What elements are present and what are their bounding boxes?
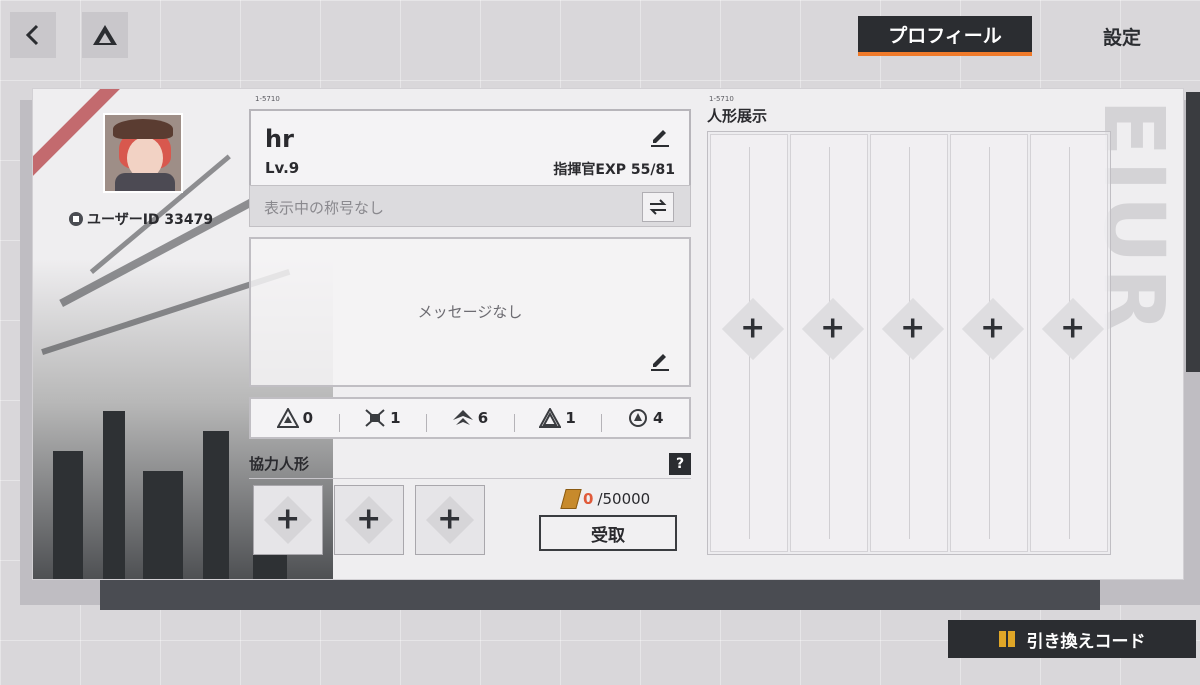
crossed-medal-icon [365, 409, 385, 427]
card-shadow-dark [100, 580, 1100, 610]
doll-showcase-label: 人形展示 [707, 107, 768, 125]
medal-item[interactable]: 1 [338, 408, 427, 432]
name-panel: hr Lv.9 指揮官EXP 55/81 [249, 109, 691, 187]
coop-reward: 0/50000 [560, 489, 651, 509]
edit-name-icon[interactable] [649, 125, 671, 147]
id-card-icon [69, 212, 83, 226]
redeem-code-label: 引き換えコード [1026, 631, 1146, 652]
home-button[interactable] [82, 12, 128, 58]
gold-bar-icon [560, 489, 582, 509]
commander-exp: 指揮官EXP 55/81 [553, 162, 675, 178]
player-name: hr [265, 125, 294, 153]
plus-icon: + [980, 310, 1006, 346]
medal-item[interactable]: 1 [513, 408, 602, 432]
plus-icon: + [740, 310, 766, 346]
serial-left: 1-5710 [255, 95, 280, 103]
medal-count: 4 [652, 409, 664, 427]
reward-max: /50000 [597, 490, 651, 508]
player-level: Lv.9 [265, 159, 300, 177]
plus-icon: + [1060, 310, 1086, 346]
home-icon [93, 25, 117, 45]
redeem-code-button[interactable]: 引き換えコード [948, 620, 1196, 658]
medal-count: 6 [477, 409, 489, 427]
back-button[interactable] [10, 12, 56, 58]
help-button[interactable]: ? [669, 453, 691, 475]
claim-button[interactable]: 受取 [539, 515, 677, 551]
medal-count: 1 [565, 409, 576, 427]
medal-count: 0 [302, 409, 314, 427]
chevron-left-icon [25, 24, 39, 46]
plus-icon: + [275, 501, 301, 537]
medal-item[interactable]: 6 [426, 408, 514, 432]
plus-icon: + [900, 310, 926, 346]
user-id-text: ユーザーID 33479 [87, 212, 214, 228]
title-bar: 表示中の称号なし [249, 185, 691, 227]
wing-medal-icon [452, 410, 473, 425]
swap-icon [649, 199, 667, 215]
message-panel: メッセージなし [249, 237, 691, 387]
avatar[interactable] [103, 113, 183, 193]
coop-divider [249, 478, 691, 479]
medal-item[interactable]: 4 [601, 408, 689, 432]
showcase-slot[interactable]: + [950, 134, 1028, 552]
medal-bar: 0 1 6 1 4 [249, 397, 691, 439]
profile-card: EIUR ユーザーID 33479 1-5710 1-5710 hr Lv.9 … [32, 88, 1184, 580]
coop-dolls-label: 協力人形 [249, 455, 310, 473]
plus-icon: + [820, 310, 846, 346]
coop-slot[interactable]: + [415, 485, 485, 555]
circle-medal-icon [628, 409, 647, 427]
user-id: ユーザーID 33479 [69, 209, 213, 229]
showcase-slot[interactable]: + [1030, 134, 1108, 552]
reward-current: 0 [583, 490, 594, 508]
plus-icon: + [437, 501, 463, 537]
edit-message-icon[interactable] [649, 349, 671, 371]
gift-icon [998, 631, 1015, 647]
tab-profile[interactable]: プロフィール [858, 16, 1032, 56]
side-panel-peek [1186, 92, 1200, 372]
showcase-slot[interactable]: + [870, 134, 948, 552]
swap-title-button[interactable] [642, 192, 674, 222]
top-tabs: プロフィール 設定 [858, 16, 1200, 56]
triangle-medal-icon [276, 408, 299, 428]
tab-settings[interactable]: 設定 [1032, 16, 1200, 56]
serial-right: 1-5710 [709, 95, 734, 103]
medal-item[interactable]: 0 [251, 408, 339, 428]
coop-slot[interactable]: + [334, 485, 404, 555]
showcase-slot[interactable]: + [710, 134, 788, 552]
pyramid-medal-icon [539, 408, 562, 428]
medal-count: 1 [390, 409, 401, 427]
coop-slot[interactable]: + [253, 485, 323, 555]
message-text: メッセージなし [417, 303, 523, 321]
title-text: 表示中の称号なし [264, 199, 385, 217]
doll-showcase: + + + + + [707, 131, 1111, 555]
plus-icon: + [356, 501, 382, 537]
showcase-slot[interactable]: + [790, 134, 868, 552]
